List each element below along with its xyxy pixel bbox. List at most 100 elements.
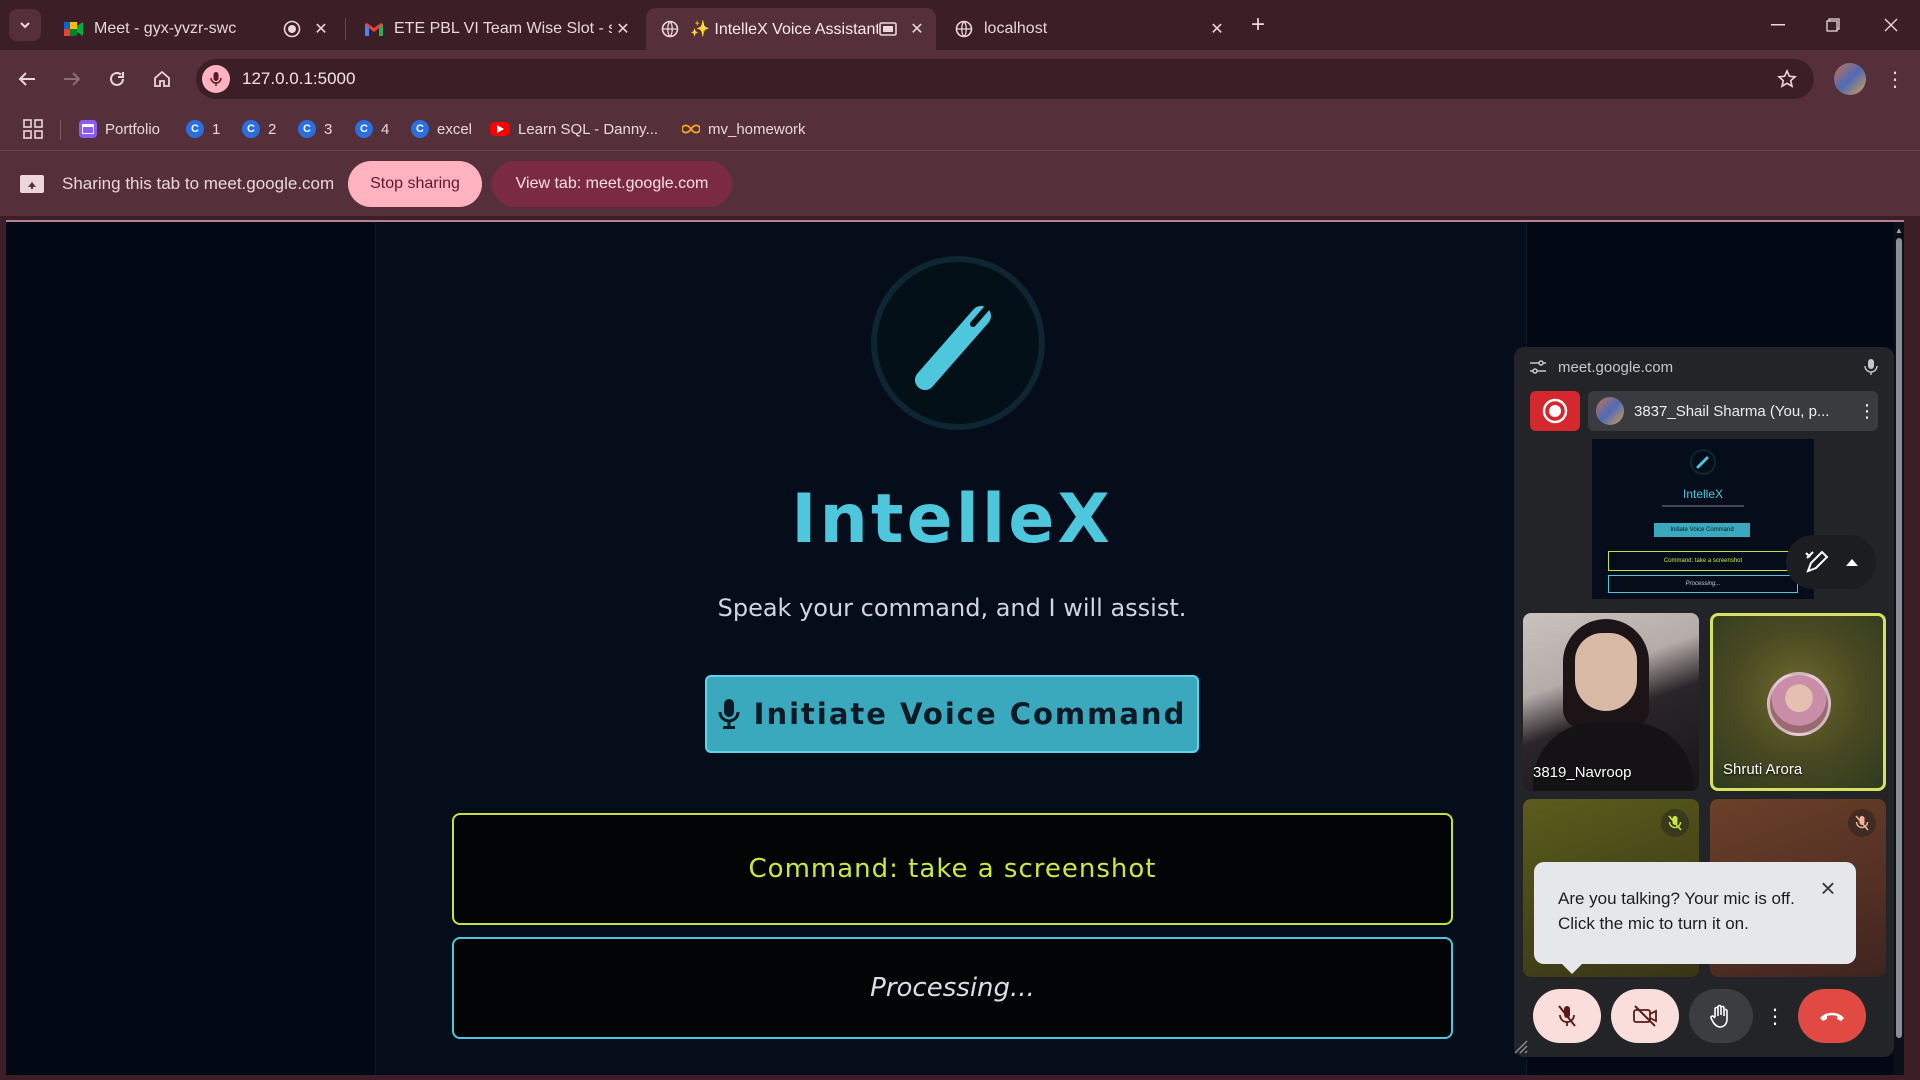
- scroll-thumb[interactable]: [1896, 238, 1902, 1038]
- microphone-in-use-icon[interactable]: [202, 65, 230, 93]
- microphone-icon: [718, 699, 740, 729]
- app-subtitle: Speak your command, and I will assist.: [717, 594, 1187, 622]
- record-icon: [1542, 398, 1568, 424]
- meet-picture-in-picture: meet.google.com 3837_Shail Sharma (You, …: [1514, 347, 1894, 1057]
- bookmark-label: 1: [212, 120, 221, 138]
- cast-icon: [878, 19, 898, 39]
- raise-hand-icon: [1710, 1004, 1728, 1028]
- view-tab-button[interactable]: View tab: meet.google.com: [492, 161, 732, 207]
- camera-toggle-button[interactable]: [1611, 989, 1679, 1043]
- tab-meet[interactable]: Meet - gyx-yvzr-swc ✕: [50, 8, 340, 50]
- more-options-icon[interactable]: ⋮: [1856, 401, 1878, 422]
- c-icon: C: [186, 120, 204, 138]
- bookmark-star-icon[interactable]: [1776, 68, 1798, 90]
- close-window-icon[interactable]: [1876, 10, 1906, 40]
- pen-icon: [915, 305, 991, 390]
- close-icon[interactable]: ✕: [906, 18, 928, 40]
- more-options-icon[interactable]: ⋮: [1762, 989, 1788, 1043]
- annotate-controls: [1786, 535, 1876, 589]
- chevron-up-icon[interactable]: [1845, 557, 1859, 567]
- status-display: Processing...: [452, 937, 1453, 1039]
- bookmark-label: 4: [381, 120, 390, 138]
- address-bar[interactable]: 127.0.0.1:5000: [196, 59, 1814, 99]
- apps-grid-icon[interactable]: [22, 118, 44, 140]
- app-logo: [871, 256, 1045, 430]
- back-icon[interactable]: [12, 64, 42, 94]
- hang-up-icon: [1820, 1012, 1844, 1021]
- participant-tile[interactable]: 3819_Navroop: [1523, 613, 1699, 791]
- recording-indicator-icon: [282, 19, 302, 39]
- participant-face: [1575, 633, 1637, 711]
- resize-handle-icon[interactable]: [1514, 1040, 1528, 1054]
- infinity-icon: [682, 120, 700, 138]
- reload-icon[interactable]: [102, 64, 132, 94]
- bookmark-excel[interactable]: C excel: [411, 118, 472, 140]
- c-icon: C: [298, 120, 316, 138]
- bookmark-label: Portfolio: [105, 120, 161, 138]
- c-icon: C: [242, 120, 260, 138]
- profile-avatar[interactable]: [1834, 63, 1866, 95]
- camera-off-icon: [1633, 1005, 1657, 1027]
- participant-tile[interactable]: Shruti Arora: [1710, 613, 1886, 791]
- mic-toggle-button[interactable]: [1533, 989, 1601, 1043]
- mic-off-toast: Are you talking? Your mic is off. Click …: [1534, 862, 1856, 974]
- browser-toolbar: 127.0.0.1:5000 ⋮: [0, 50, 1920, 108]
- more-options-icon[interactable]: ⋮: [1880, 64, 1910, 94]
- bookmark-label: mv_homework: [708, 120, 806, 138]
- forward-icon[interactable]: [57, 64, 87, 94]
- tab-separator: [345, 18, 346, 40]
- avatar: [1596, 397, 1624, 425]
- bookmark-portfolio[interactable]: Portfolio: [79, 118, 160, 140]
- close-icon[interactable]: ✕: [310, 18, 332, 40]
- bookmark-2[interactable]: C 2: [242, 118, 276, 140]
- google-meet-icon: [64, 19, 84, 39]
- screen-share-icon: [20, 175, 44, 193]
- raise-hand-button[interactable]: [1689, 989, 1753, 1043]
- recording-button[interactable]: [1530, 391, 1580, 431]
- bookmark-1[interactable]: C 1: [186, 118, 220, 140]
- close-icon[interactable]: ✕: [1206, 18, 1228, 40]
- bookmarks-bar: Portfolio C 1 C 2 C 3 C 4 C excel Learn …: [0, 108, 1920, 150]
- tab-title: Meet - gyx-yvzr-swc: [94, 20, 237, 37]
- initiate-voice-command-button[interactable]: Initiate Voice Command: [705, 675, 1199, 753]
- microphone-icon: [1864, 359, 1878, 375]
- new-tab-button[interactable]: +: [1245, 12, 1271, 38]
- url-text[interactable]: 127.0.0.1:5000: [242, 69, 355, 89]
- scroll-up-arrow-icon[interactable]: ▲: [1895, 226, 1903, 235]
- minimize-icon[interactable]: [1763, 10, 1793, 40]
- restore-icon[interactable]: [1818, 10, 1848, 40]
- presenter-chip[interactable]: 3837_Shail Sharma (You, p... ⋮: [1588, 391, 1878, 431]
- globe-icon: [660, 19, 680, 39]
- preview-button: Initiate Voice Command: [1654, 523, 1750, 537]
- mic-off-icon: [1558, 1005, 1576, 1027]
- home-icon[interactable]: [147, 64, 177, 94]
- tab-gmail[interactable]: ETE PBL VI Team Wise Slot - sha ✕: [350, 8, 642, 50]
- leave-call-button[interactable]: [1798, 989, 1866, 1043]
- tab-title: ✨ IntelleX Voice Assistant: [690, 21, 878, 38]
- participant-name: 3819_Navroop: [1533, 764, 1632, 781]
- pip-header: meet.google.com: [1514, 347, 1894, 387]
- preview-logo: [1690, 449, 1716, 475]
- participant-name: Shruti Arora: [1723, 761, 1803, 778]
- site-settings-icon[interactable]: [1530, 360, 1546, 374]
- pen-icon: [1696, 456, 1709, 469]
- tab-title: ETE PBL VI Team Wise Slot - sha: [394, 20, 612, 37]
- annotate-pen-icon[interactable]: [1804, 549, 1830, 575]
- page-scrollbar[interactable]: ▲: [1894, 222, 1904, 1075]
- tab-search-button[interactable]: [9, 9, 41, 41]
- sharing-status-text: Sharing this tab to meet.google.com: [62, 174, 335, 193]
- bookmark-learn-sql[interactable]: Learn SQL - Danny...: [490, 118, 658, 140]
- bookmark-3[interactable]: C 3: [298, 118, 332, 140]
- bookmark-4[interactable]: C 4: [355, 118, 389, 140]
- tab-sharing-bar: Sharing this tab to meet.google.com Stop…: [0, 150, 1920, 216]
- app-title: IntelleX: [791, 480, 1113, 559]
- tab-intellex[interactable]: ✨ IntelleX Voice Assistant ✕: [646, 8, 936, 50]
- close-icon[interactable]: ✕: [612, 18, 634, 40]
- toast-pointer: [1562, 964, 1582, 974]
- tab-localhost[interactable]: localhost ✕: [940, 8, 1236, 50]
- pip-host-text: meet.google.com: [1558, 359, 1674, 376]
- bookmark-mv-homework[interactable]: mv_homework: [682, 118, 806, 140]
- stop-sharing-button[interactable]: Stop sharing: [348, 161, 482, 207]
- mic-off-icon: [1661, 809, 1689, 837]
- close-icon[interactable]: ×: [1816, 875, 1840, 901]
